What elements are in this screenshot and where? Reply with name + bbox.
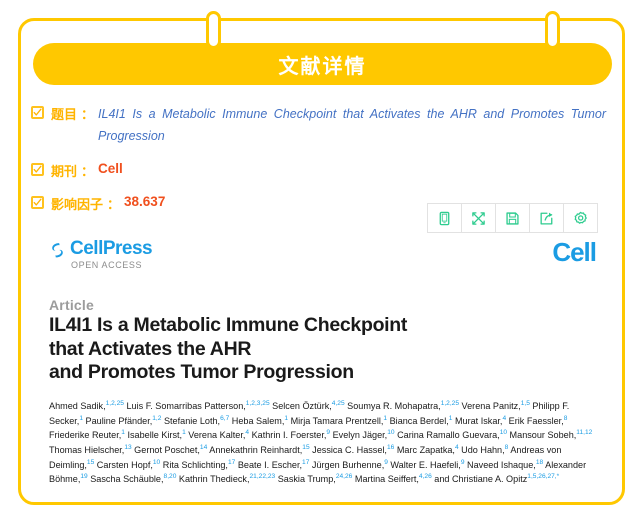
page-title: 文献详情 [278,53,367,78]
article-title-line: IL4I1 Is a Metabolic Immune Checkpoint [49,314,408,336]
expand-icon [471,211,486,226]
literature-detail-card: 文献详情 题目 ： IL4I1 Is a Metabolic Immune Ch… [18,11,625,505]
metadata-label-journal: 期刊 [51,165,78,180]
cellpress-name: CellPress [70,238,153,259]
metadata-value-title: IL4I1 Is a Metabolic Immune Checkpoint t… [98,107,606,143]
settings-icon [573,211,588,226]
cellpress-mark-icon [49,241,66,265]
check-square-icon [31,163,44,176]
author-list: Ahmed Sadik,1,2,25 Luis F. Somarribas Pa… [49,399,593,485]
article-title: IL4I1 Is a Metabolic Immune Checkpoint t… [49,314,596,385]
metadata-separator-title: ： [81,107,95,122]
share-icon [539,211,554,226]
binder-clip-left-icon [206,11,221,49]
check-square-icon [31,196,44,209]
metadata-value-impact-factor: 38.637 [124,194,166,209]
card-header-banner: 文献详情 [33,43,612,85]
binder-clip-right-icon [545,11,560,49]
metadata-label-impact-factor: 影响因子 [51,198,104,213]
settings-button[interactable] [564,204,597,232]
viewer-toolbar [427,203,598,233]
metadata-label-title: 题目 [51,108,78,123]
metadata-row-title: 题目 ： IL4I1 Is a Metabolic Immune Checkpo… [31,104,606,147]
save-button[interactable] [496,204,530,232]
article-content: Article IL4I1 Is a Metabolic Immune Chec… [31,285,612,487]
share-button[interactable] [530,204,564,232]
paper-preview: CellPress OPEN ACCESS Cell Article IL4I1… [31,233,612,494]
article-title-line: and Promotes Tumor Progression [49,361,354,384]
check-square-icon [31,106,44,119]
article-type-label: Article [49,297,94,313]
document-detail-card-screen: 文献详情 题目 ： IL4I1 Is a Metabolic Immune Ch… [0,0,643,525]
metadata-separator-journal: ： [81,164,95,179]
publisher-logo-row: CellPress OPEN ACCESS Cell [31,233,612,285]
save-icon [505,211,520,226]
mobile-view-button[interactable] [428,204,462,232]
mobile-icon [437,211,452,226]
metadata-row-journal: 期刊 ： Cell [31,161,606,180]
cellpress-logo: CellPress OPEN ACCESS [49,238,153,270]
metadata-value-journal: Cell [98,161,123,176]
article-title-line: that Activates the AHR [49,337,252,360]
metadata-separator-impact-factor: ： [107,197,121,212]
cell-journal-logo: Cell [552,237,597,267]
open-access-label: OPEN ACCESS [71,260,143,270]
fullscreen-button[interactable] [462,204,496,232]
